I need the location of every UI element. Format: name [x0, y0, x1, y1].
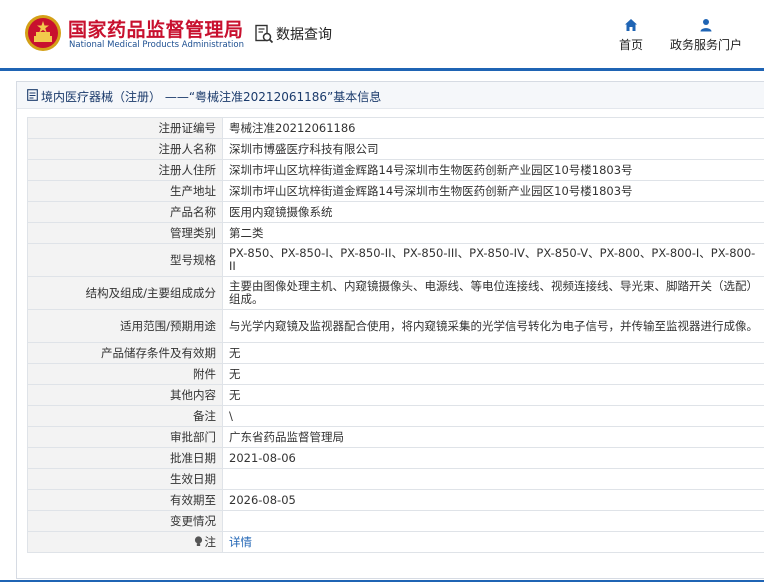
data-query-label: 数据查询 — [276, 27, 332, 43]
row-value: 主要由图像处理主机、内窥镜摄像头、电源线、等电位连接线、视频连接线、导光束、脚踏… — [222, 276, 764, 310]
table-row: 注册人名称 深圳市博盛医疗科技有限公司 — [27, 138, 764, 160]
row-value: 无 — [222, 342, 764, 364]
row-label: 结构及组成/主要组成成分 — [27, 276, 223, 310]
table-row: 审批部门 广东省药品监督管理局 — [27, 426, 764, 448]
footer-divider — [0, 580, 764, 582]
row-label: 生效日期 — [27, 468, 223, 490]
row-label: 批准日期 — [27, 447, 223, 469]
table-row: 生产地址 深圳市坪山区坑梓街道金辉路14号深圳市生物医药创新产业园区10号楼18… — [27, 180, 764, 202]
row-label: 产品储存条件及有效期 — [27, 342, 223, 364]
row-label: 其他内容 — [27, 384, 223, 406]
nav-gov-service[interactable]: 政务服务门户 — [664, 18, 748, 58]
table-row: 有效期至 2026-08-05 — [27, 489, 764, 511]
document-search-icon — [255, 24, 274, 44]
lightbulb-icon — [194, 535, 202, 546]
detail-panel: 境内医疗器械（注册） ——“粤械注准20212061186”基本信息 注册证编号… — [16, 81, 764, 579]
row-label: 注册人住所 — [27, 159, 223, 181]
row-value: 粤械注准20212061186 — [222, 117, 764, 139]
table-row: 管理类别 第二类 — [27, 222, 764, 244]
nav-home-label: 首页 — [618, 38, 643, 52]
row-label: 生产地址 — [27, 180, 223, 202]
row-label: 备注 — [27, 405, 223, 427]
table-row: 其他内容 无 — [27, 384, 764, 406]
table-row: 注 详情 — [27, 531, 764, 553]
row-label: 审批部门 — [27, 426, 223, 448]
row-value: PX-850、PX-850-I、PX-850-II、PX-850-III、PX-… — [222, 243, 764, 277]
table-row: 附件 无 — [27, 363, 764, 385]
row-label: 变更情况 — [27, 510, 223, 532]
row-value-cell: 详情 — [222, 531, 764, 553]
site-header: 国家药品监督管理局 National Medical Products Admi… — [0, 0, 764, 68]
table-row: 批准日期 2021-08-06 — [27, 447, 764, 469]
table-row: 产品名称 医用内窥镜摄像系统 — [27, 201, 764, 223]
row-label: 注 — [204, 534, 217, 549]
table-row: 生效日期 — [27, 468, 764, 490]
table-row: 注册证编号 粤械注准20212061186 — [27, 117, 764, 139]
header-divider — [0, 68, 764, 71]
row-label: 适用范围/预期用途 — [27, 309, 223, 343]
row-value — [222, 468, 764, 490]
table-row: 备注 \ — [27, 405, 764, 427]
row-label: 附件 — [27, 363, 223, 385]
row-label: 注册人名称 — [27, 138, 223, 160]
row-value: 第二类 — [222, 222, 764, 244]
brand-subtitle: National Medical Products Administration — [69, 40, 244, 50]
row-value: 广东省药品监督管理局 — [222, 426, 764, 448]
home-icon — [625, 19, 637, 31]
note-label-cell: 注 — [27, 531, 223, 553]
row-label: 有效期至 — [27, 489, 223, 511]
registration-info-table: 注册证编号 粤械注准20212061186 注册人名称 深圳市博盛医疗科技有限公… — [27, 117, 764, 553]
row-value: 无 — [222, 363, 764, 385]
document-icon — [27, 89, 38, 101]
panel-title: 境内医疗器械（注册） ——“粤械注准20212061186”基本信息 — [41, 90, 382, 104]
row-value: 深圳市博盛医疗科技有限公司 — [222, 138, 764, 160]
table-row: 型号规格 PX-850、PX-850-I、PX-850-II、PX-850-II… — [27, 243, 764, 277]
row-label: 产品名称 — [27, 201, 223, 223]
brand-title: 国家药品监督管理局 — [68, 19, 244, 41]
details-link[interactable]: 详情 — [229, 535, 252, 549]
row-value: 无 — [222, 384, 764, 406]
row-label: 型号规格 — [27, 243, 223, 277]
table-row: 产品储存条件及有效期 无 — [27, 342, 764, 364]
table-row: 注册人住所 深圳市坪山区坑梓街道金辉路14号深圳市生物医药创新产业园区10号楼1… — [27, 159, 764, 181]
row-value: 2021-08-06 — [222, 447, 764, 469]
user-icon — [700, 19, 712, 32]
row-label: 管理类别 — [27, 222, 223, 244]
nav-home[interactable]: 首页 — [612, 18, 650, 58]
row-value: 深圳市坪山区坑梓街道金辉路14号深圳市生物医药创新产业园区10号楼1803号 — [222, 180, 764, 202]
row-value: 2026-08-05 — [222, 489, 764, 511]
table-row: 变更情况 — [27, 510, 764, 532]
row-label: 注册证编号 — [27, 117, 223, 139]
panel-title-bar: 境内医疗器械（注册） ——“粤械注准20212061186”基本信息 — [17, 82, 764, 109]
row-value: 深圳市坪山区坑梓街道金辉路14号深圳市生物医药创新产业园区10号楼1803号 — [222, 159, 764, 181]
table-row: 结构及组成/主要组成成分 主要由图像处理主机、内窥镜摄像头、电源线、等电位连接线… — [27, 276, 764, 310]
row-value: 医用内窥镜摄像系统 — [222, 201, 764, 223]
table-row: 适用范围/预期用途 与光学内窥镜及监视器配合使用，将内窥镜采集的光学信号转化为电… — [27, 309, 764, 343]
row-value: 与光学内窥镜及监视器配合使用，将内窥镜采集的光学信号转化为电子信号，并传输至监视… — [222, 309, 764, 343]
national-emblem-icon — [25, 15, 61, 51]
row-value — [222, 510, 764, 532]
nav-gov-service-label: 政务服务门户 — [669, 38, 742, 52]
row-value: \ — [222, 405, 764, 427]
